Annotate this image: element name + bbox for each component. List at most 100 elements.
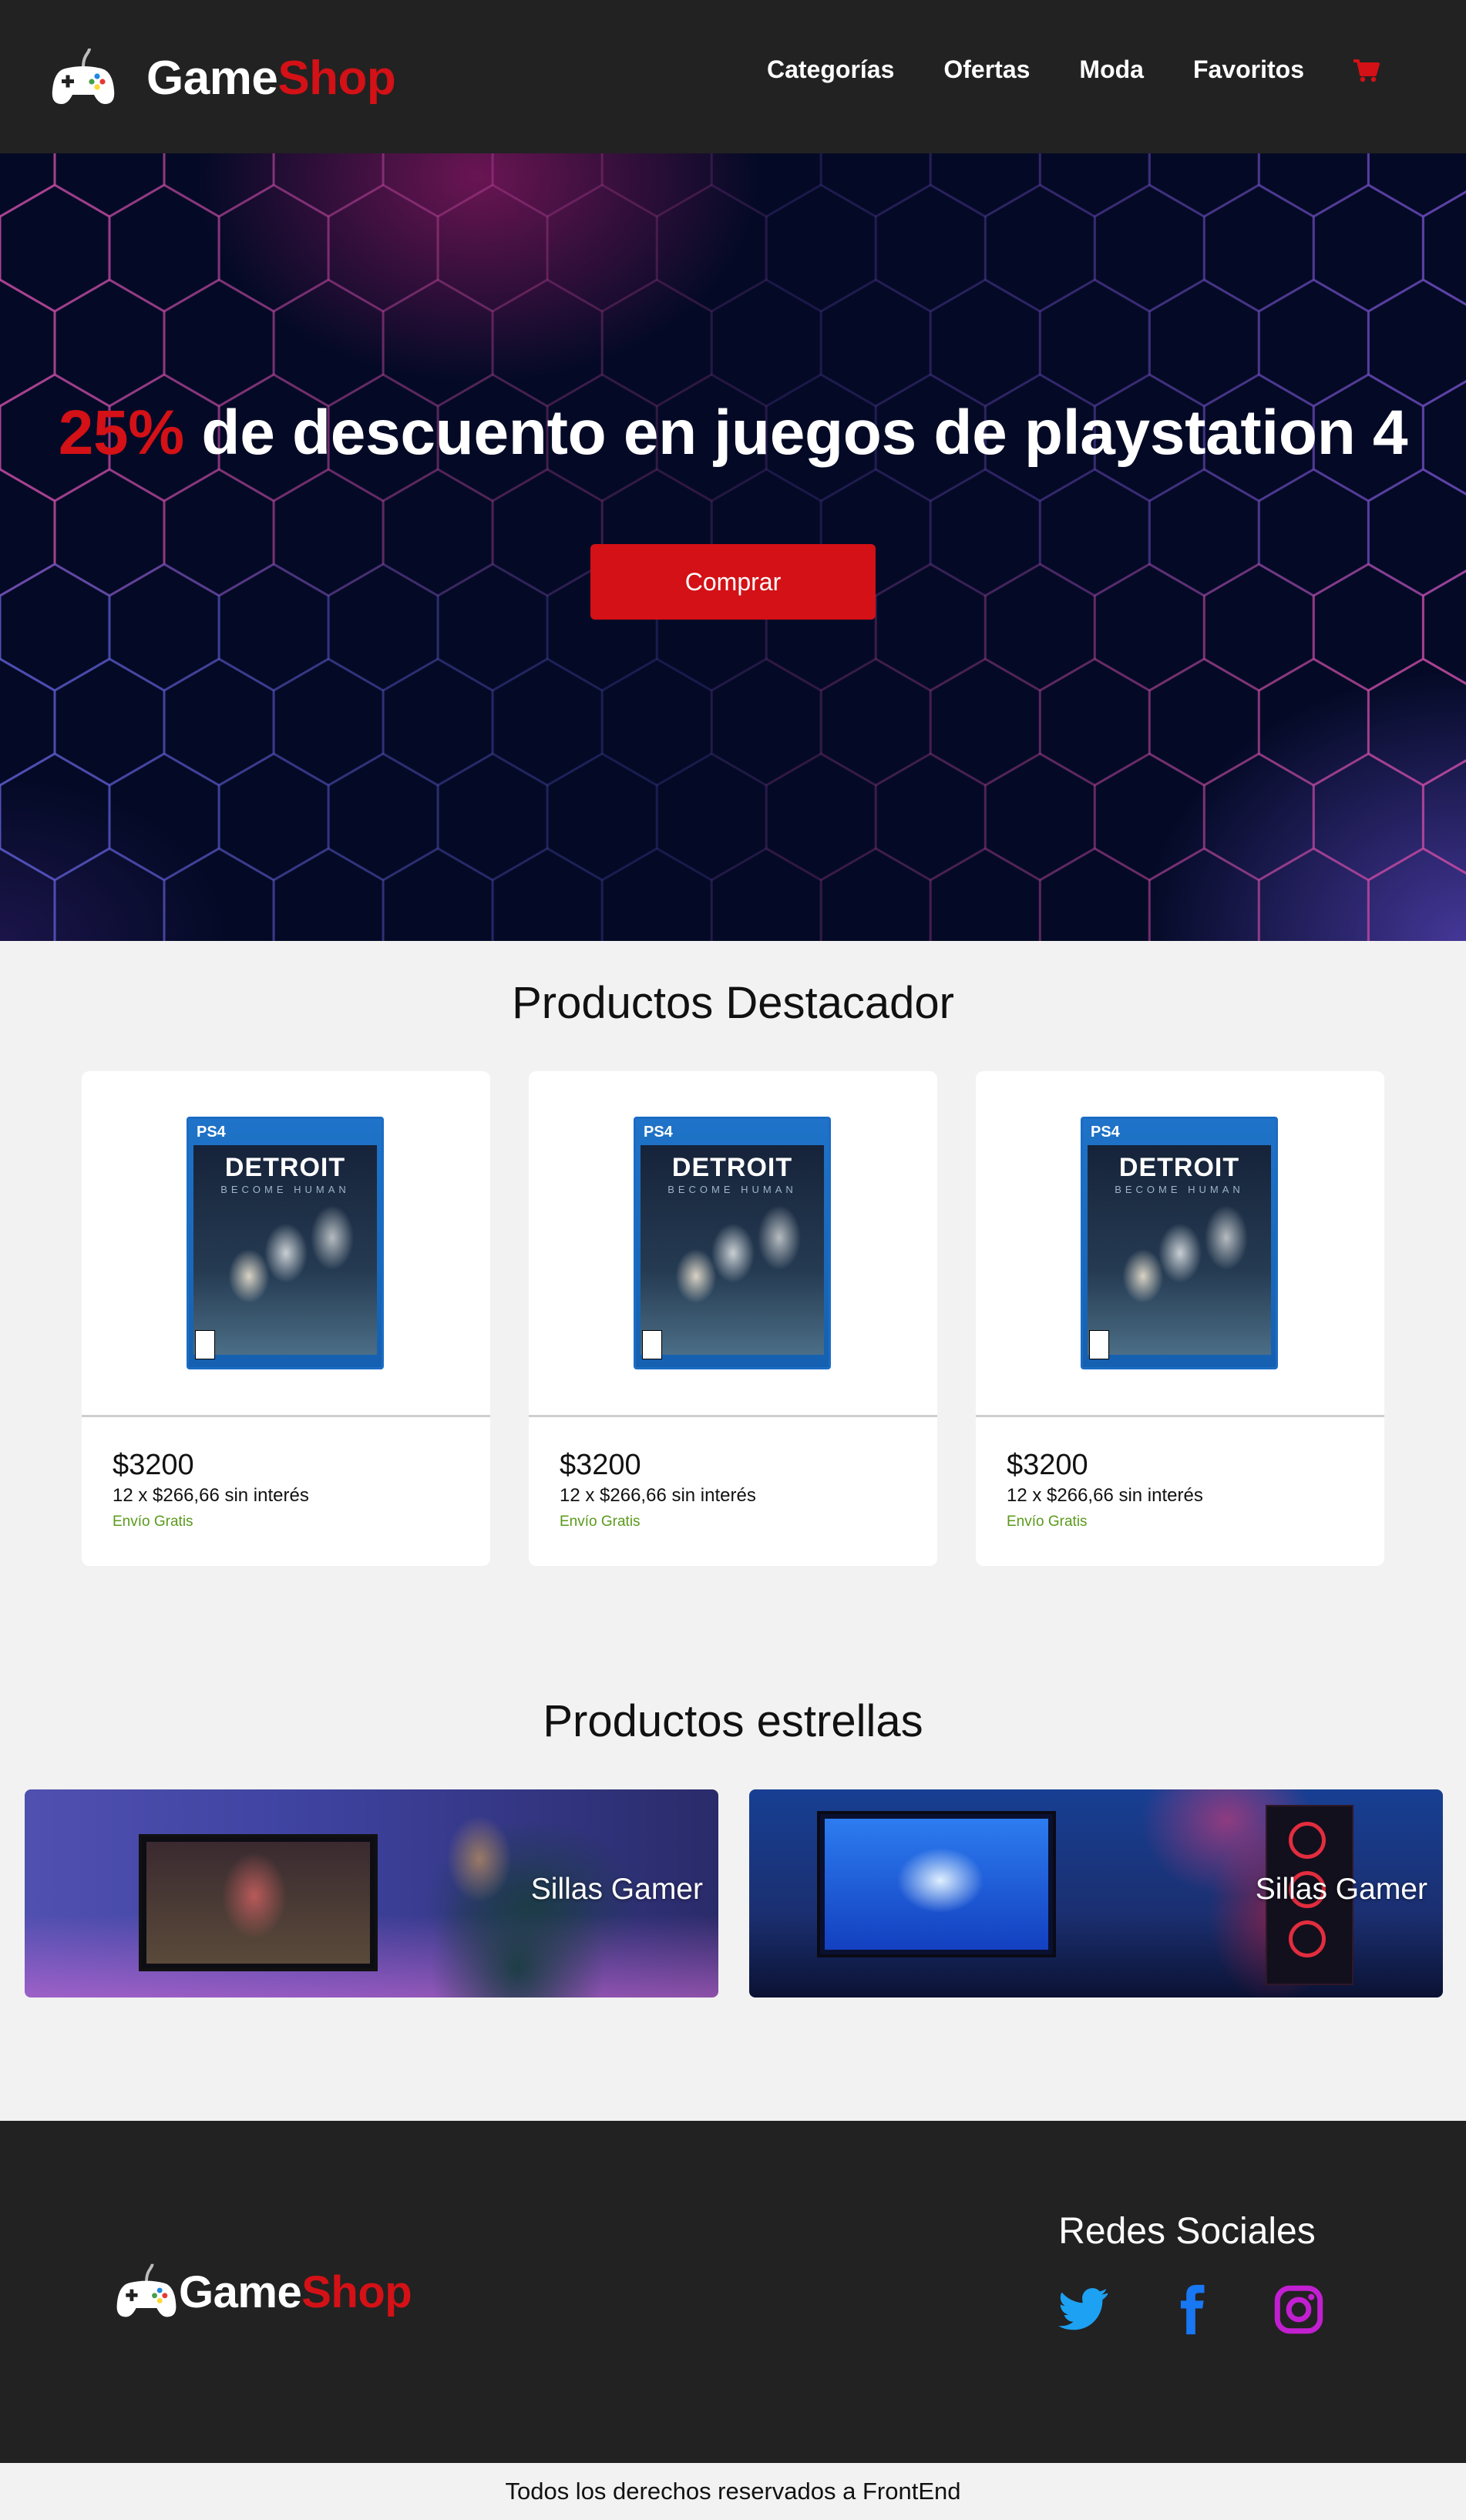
copyright: Todos los derechos reservados a FrontEnd (0, 2463, 1466, 2520)
hex-cell (983, 563, 1096, 692)
hex-cell (874, 563, 987, 692)
rating-badge (1089, 1330, 1109, 1359)
fan-light (1289, 1822, 1326, 1859)
product-price: $3200 (560, 1449, 641, 1481)
hex-cell (600, 278, 713, 408)
nav-favoritos[interactable]: Favoritos (1193, 55, 1304, 84)
hex-cell (53, 847, 166, 941)
rating-badge (642, 1330, 662, 1359)
ps4-logo: PS4 (197, 1124, 226, 1141)
star-banner-chairs[interactable]: Sillas Gamer (25, 1789, 718, 1998)
hex-cell (983, 183, 1096, 313)
cart-icon[interactable] (1352, 56, 1380, 84)
game-cover[interactable]: PS4 DETROIT BECOME HUMAN (634, 1117, 831, 1369)
hex-cell (0, 847, 56, 941)
hex-cell (819, 847, 932, 941)
hex-cell (1202, 563, 1315, 692)
hex-cell (1367, 278, 1466, 408)
product-price: $3200 (1007, 1449, 1088, 1481)
hex-cell (108, 183, 220, 313)
facebook-icon[interactable] (1164, 2283, 1218, 2337)
hex-cell (546, 752, 658, 882)
nav-moda[interactable]: Moda (1079, 55, 1144, 84)
instagram-icon[interactable] (1272, 2283, 1326, 2337)
hex-cell (382, 847, 494, 941)
hex-cell (929, 153, 1041, 218)
product-image-area: PS4 DETROIT BECOME HUMAN (976, 1071, 1384, 1417)
hex-cell (491, 468, 604, 597)
game-cover[interactable]: PS4 DETROIT BECOME HUMAN (187, 1117, 384, 1369)
hex-cell (1257, 847, 1370, 941)
hex-cell (1148, 153, 1260, 218)
hex-cell (1367, 847, 1466, 941)
monitor-screen (146, 1842, 370, 1964)
hex-cell (1038, 657, 1151, 787)
hex-cell (272, 278, 385, 408)
hex-cell (710, 278, 822, 408)
brand-name: GameShop (146, 51, 396, 106)
hex-cell (874, 752, 987, 882)
hex-cell (1202, 752, 1315, 882)
hex-cell (1257, 657, 1370, 787)
hero-discount: 25% (58, 398, 185, 468)
cover-subtitle: BECOME HUMAN (220, 1184, 350, 1195)
hex-cell (710, 847, 822, 941)
hex-cell (163, 657, 275, 787)
hex-cell (382, 657, 494, 787)
hex-cell (600, 153, 713, 218)
twitter-icon[interactable] (1056, 2283, 1110, 2337)
hex-cell (327, 563, 439, 692)
hex-cell (272, 468, 385, 597)
hex-cell (1148, 468, 1260, 597)
hex-cell (217, 752, 330, 882)
buy-button[interactable]: Comprar (590, 544, 876, 620)
product-shipping: Envío Gratis (113, 1514, 193, 1530)
gamepad-icon (52, 48, 115, 104)
hex-cell (491, 847, 604, 941)
cover-subtitle: BECOME HUMAN (1115, 1184, 1244, 1195)
nav-categorias[interactable]: Categorías (767, 55, 894, 84)
hex-cell (1148, 657, 1260, 787)
hex-cell (163, 468, 275, 597)
stars-title: Productos estrellas (543, 1696, 923, 1746)
hex-cell (600, 657, 713, 787)
hex-cell (163, 278, 275, 408)
footer-logo[interactable]: GameShop (114, 2260, 412, 2324)
hex-cell (382, 278, 494, 408)
ps4-logo: PS4 (644, 1124, 673, 1141)
cover-art: DETROIT BECOME HUMAN (193, 1145, 377, 1355)
cover-art: DETROIT BECOME HUMAN (1088, 1145, 1271, 1355)
hex-cell (272, 153, 385, 218)
product-image-area: PS4 DETROIT BECOME HUMAN (529, 1071, 937, 1417)
star-banner-chairs[interactable]: Sillas Gamer (749, 1789, 1443, 1998)
hex-cell (0, 563, 111, 692)
hex-cell (53, 153, 166, 218)
hero-banner: 25% de descuento en juegos de playstatio… (0, 153, 1466, 941)
hex-cell (272, 847, 385, 941)
brand-part-shop: Shop (277, 51, 396, 105)
product-card[interactable]: PS4 DETROIT BECOME HUMAN $3200 12 x $266… (976, 1071, 1384, 1566)
hex-cell (53, 278, 166, 408)
site-header: GameShop Categorías Ofertas Moda Favorit… (0, 0, 1466, 153)
hex-cell (53, 468, 166, 597)
nav-ofertas[interactable]: Ofertas (943, 55, 1030, 84)
gamepad-icon (116, 2263, 177, 2317)
brand-logo[interactable]: GameShop (49, 43, 396, 113)
hex-cell (1367, 468, 1466, 597)
hex-cell (0, 153, 56, 218)
hex-cell (1367, 153, 1466, 218)
fan-light (1289, 1920, 1326, 1957)
cover-title: DETROIT (1118, 1153, 1240, 1182)
hex-cell (1312, 183, 1424, 313)
game-cover[interactable]: PS4 DETROIT BECOME HUMAN (1081, 1117, 1278, 1369)
product-card[interactable]: PS4 DETROIT BECOME HUMAN $3200 12 x $266… (82, 1071, 490, 1566)
hex-cell (874, 183, 987, 313)
hex-cell (491, 657, 604, 787)
product-card[interactable]: PS4 DETROIT BECOME HUMAN $3200 12 x $266… (529, 1071, 937, 1566)
hex-cell (983, 752, 1096, 882)
hex-cell (0, 468, 56, 597)
product-shipping: Envío Gratis (1007, 1514, 1088, 1530)
hex-cell (1202, 183, 1315, 313)
brand-part-game: Game (146, 51, 278, 105)
hex-cell (436, 183, 549, 313)
